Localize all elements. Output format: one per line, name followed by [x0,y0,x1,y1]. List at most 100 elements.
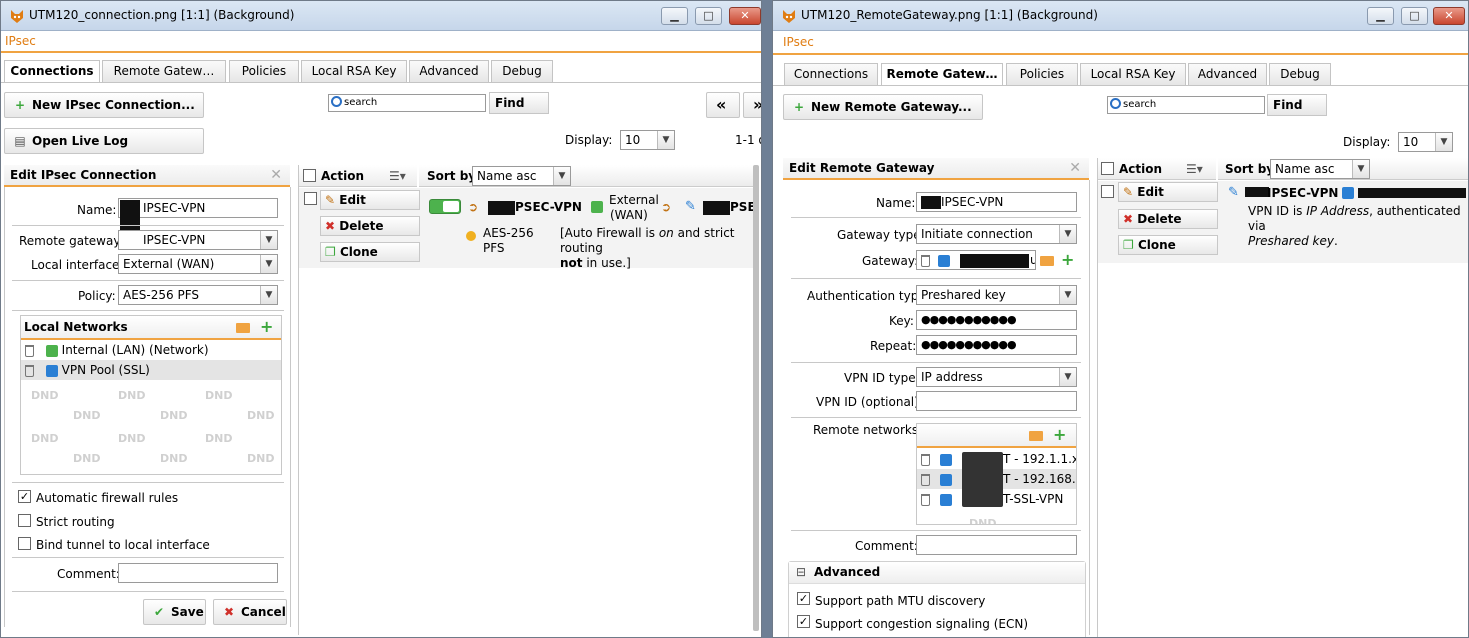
dnd-placeholder: DND [73,409,101,422]
vpn-id-type-select[interactable]: IP address ▼ [916,367,1077,387]
pmtu-checkbox[interactable]: ✓ [797,592,810,605]
page-prev-button[interactable]: « [706,92,740,118]
row-checkbox[interactable] [304,192,317,205]
delete-button[interactable]: ✖ Delete [1118,209,1218,229]
auth-type-select[interactable]: Preshared key ▼ [916,285,1077,305]
trash-icon[interactable] [921,453,930,466]
tab-policies[interactable]: Policies [1006,63,1078,85]
strict-routing-checkbox[interactable] [18,514,31,527]
right-window: UTM120_RemoteGateway.png [1:1] (Backgrou… [772,0,1469,638]
close-button[interactable]: ✕ [729,7,761,25]
cancel-label: Cancel [241,605,286,619]
advanced-header[interactable]: ⊟ Advanced [789,562,1085,584]
edit-label: Edit [1137,185,1164,199]
tab-remote-gateways[interactable]: Remote Gatew… [102,60,226,82]
policy-icon [466,231,476,241]
desc-ip: IP Address [1306,204,1370,218]
policy-label: Policy: [78,289,116,303]
gateway-type-select[interactable]: Initiate connection ▼ [916,224,1077,244]
folder-icon[interactable] [1029,431,1043,441]
minimize-button[interactable]: ▁ [1367,7,1394,25]
local-networks-box: Local Networks + Internal (LAN) (Network… [20,315,282,475]
local-interface-select[interactable]: External (WAN) ▼ [118,254,278,274]
trash-icon[interactable] [25,344,34,357]
new-ipsec-connection-button[interactable]: + New IPsec Connection... [4,92,204,118]
host-icon [937,254,950,267]
minimize-button[interactable]: ▁ [661,7,688,25]
repeat-input[interactable]: ●●●●●●●●●●● [916,335,1077,355]
remote-network-label: T - 192.168.1 [1003,472,1077,486]
tab-advanced[interactable]: Advanced [1188,63,1267,85]
close-button[interactable]: ✕ [1433,7,1465,25]
comment-input[interactable] [916,535,1077,555]
right-titlebar[interactable]: UTM120_RemoteGateway.png [1:1] (Backgrou… [773,1,1468,31]
collapse-icon[interactable]: ⊟ [796,565,806,579]
status-toggle[interactable] [429,199,461,214]
edit-button[interactable]: ✎ Edit [320,190,420,210]
page-next-button[interactable]: » [743,92,761,118]
add-icon[interactable]: + [1053,427,1066,443]
tab-advanced[interactable]: Advanced [409,60,489,82]
display-select[interactable]: 10 ▼ [1398,132,1453,152]
tab-connections[interactable]: Connections [4,60,100,82]
ecn-checkbox[interactable]: ✓ [797,615,810,628]
sort-select[interactable]: Name asc ▼ [1270,159,1370,179]
select-all-checkbox[interactable] [303,169,316,182]
key-input[interactable]: ●●●●●●●●●●● [916,310,1077,330]
list-item[interactable]: Internal (LAN) (Network) [21,340,281,360]
vertical-scrollbar[interactable] [753,165,759,631]
trash-icon[interactable] [921,254,930,267]
new-remote-gateway-button[interactable]: + New Remote Gateway... [783,94,983,120]
tab-debug[interactable]: Debug [491,60,553,82]
tab-local-rsa-key[interactable]: Local RSA Key [1080,63,1186,85]
sort-select[interactable]: Name asc ▼ [472,166,571,186]
comment-input[interactable] [118,563,278,583]
search-input[interactable]: search [328,94,486,112]
row-checkbox[interactable] [1101,185,1114,198]
close-panel-icon[interactable]: ✕ [270,165,282,185]
add-icon[interactable]: + [1061,252,1074,268]
maximize-button[interactable]: □ [1401,7,1428,25]
select-all-checkbox[interactable] [1101,162,1114,175]
display-select[interactable]: 10 ▼ [620,130,675,150]
vpn-id-input[interactable] [916,391,1077,411]
list-item[interactable]: VPN Pool (SSL) [21,360,281,380]
save-button[interactable]: ✔ Save [143,599,206,625]
dnd-placeholder: DND [73,452,101,465]
folder-icon[interactable] [236,323,250,333]
open-live-log-button[interactable]: ▤ Open Live Log [4,128,204,154]
cancel-button[interactable]: ✖ Cancel [213,599,287,625]
find-button[interactable]: Find [1267,94,1327,116]
trash-icon[interactable] [921,493,930,506]
tab-remote-gateways[interactable]: Remote Gatew… [881,63,1003,85]
clone-button[interactable]: ❐ Clone [320,242,420,262]
remote-gateway-select[interactable]: IPSEC-VPN ▼ [118,230,278,250]
find-button[interactable]: Find [489,92,549,114]
tab-debug[interactable]: Debug [1269,63,1331,85]
close-panel-icon[interactable]: ✕ [1069,158,1081,178]
tab-policies[interactable]: Policies [229,60,299,82]
delete-label: Delete [1137,212,1182,226]
tab-connections[interactable]: Connections [784,63,878,85]
gateway-item-name[interactable]: IPSEC-VPN [1267,186,1338,200]
left-titlebar[interactable]: UTM120_connection.png [1:1] (Background)… [1,1,761,31]
tab-local-rsa-key[interactable]: Local RSA Key [301,60,407,82]
trash-icon[interactable] [25,364,34,377]
maximize-button[interactable]: □ [695,7,722,25]
policy-select[interactable]: AES-256 PFS ▼ [118,285,278,305]
trash-icon[interactable] [921,473,930,486]
connection-name[interactable]: PSEC-VPN [515,200,582,214]
add-icon[interactable]: + [260,319,273,335]
folder-icon[interactable] [1040,256,1054,266]
name-input[interactable]: IPSEC-VPN [118,198,278,218]
menu-icon[interactable]: ☰▾ [1186,158,1203,180]
edit-button[interactable]: ✎ Edit [1118,182,1218,202]
delete-button[interactable]: ✖ Delete [320,216,420,236]
bind-tunnel-checkbox[interactable] [18,537,31,550]
clone-button[interactable]: ❐ Clone [1118,235,1218,255]
chevron-down-icon: ▼ [1059,286,1076,304]
search-input[interactable]: search [1107,96,1265,114]
search-icon [1110,98,1121,109]
auto-firewall-checkbox[interactable]: ✓ [18,490,31,503]
menu-icon[interactable]: ☰▾ [389,165,406,187]
